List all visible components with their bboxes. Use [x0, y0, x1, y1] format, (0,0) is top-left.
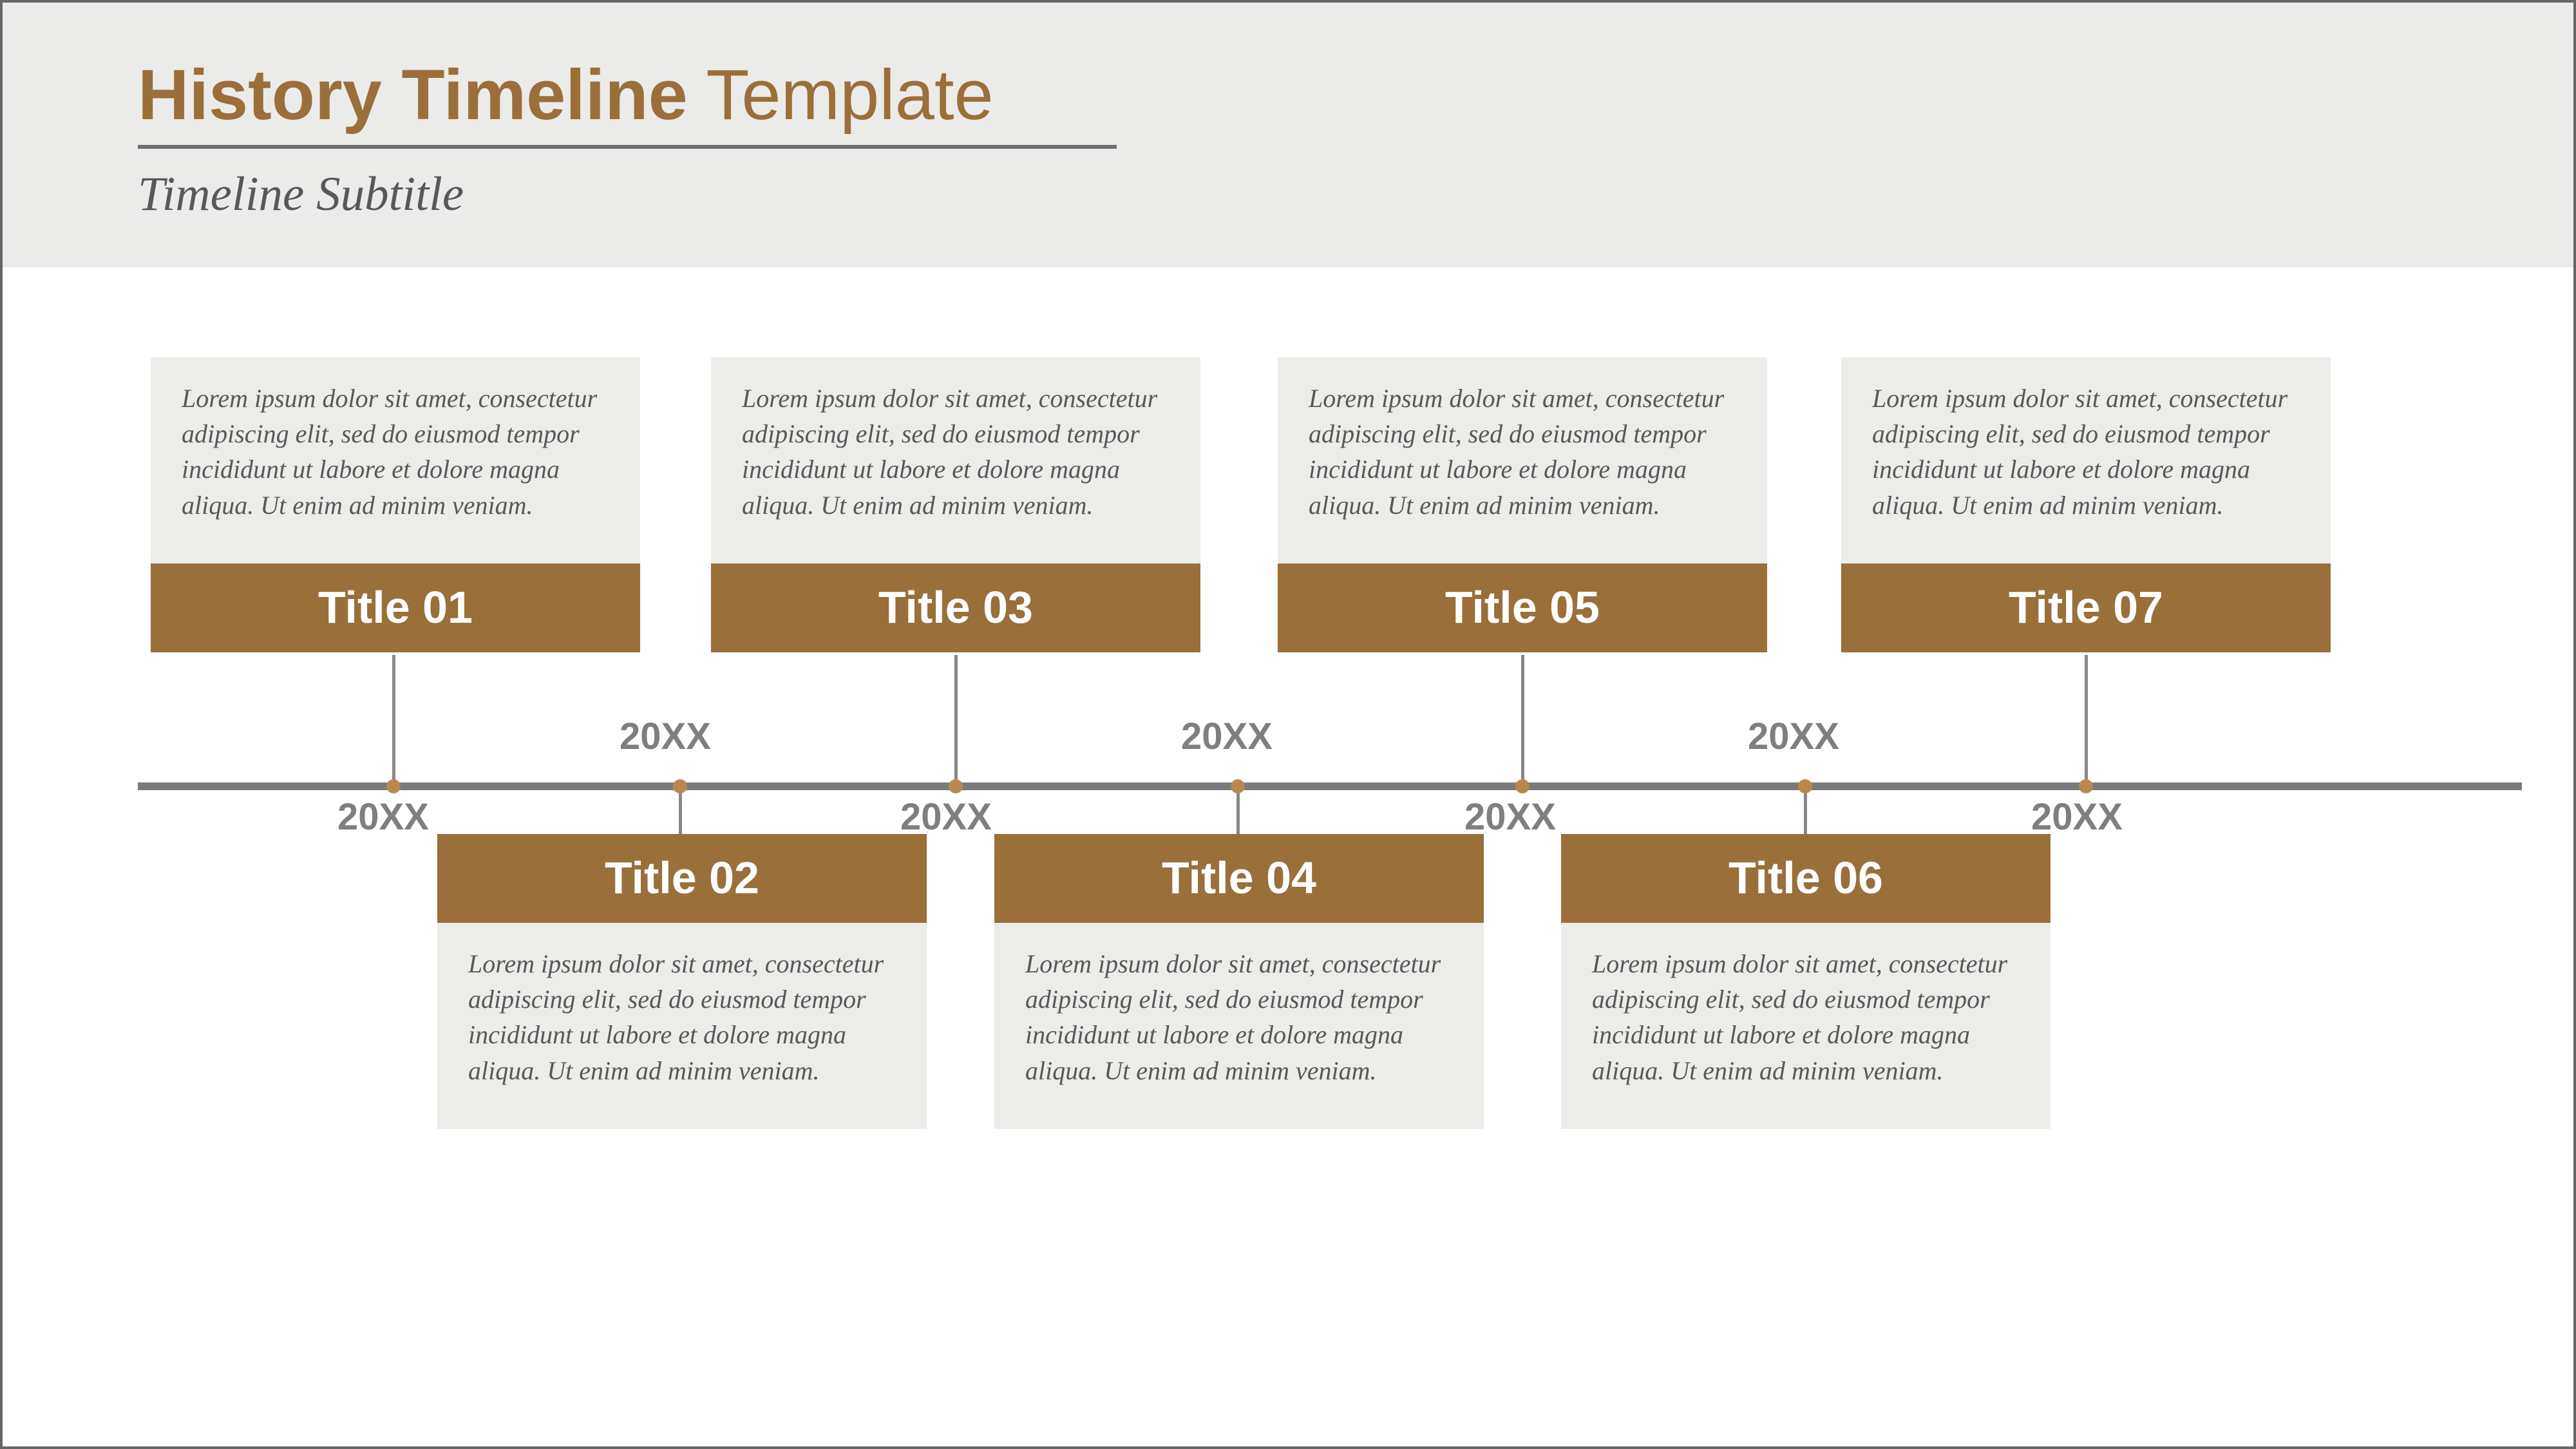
event-title: Title 07 — [1841, 564, 2331, 652]
event-title: Title 03 — [711, 564, 1200, 652]
event-card-5: Lorem ipsum dolor sit amet, consectetur … — [1278, 357, 1767, 652]
event-dot — [1798, 779, 1812, 793]
event-year: 20XX — [620, 715, 711, 758]
header: History Timeline Template Timeline Subti… — [3, 3, 2573, 267]
event-title: Title 02 — [437, 834, 927, 923]
event-stem — [392, 655, 395, 782]
page-title-light: Template — [688, 55, 994, 135]
event-dot — [673, 779, 687, 793]
event-year: 20XX — [1181, 715, 1273, 758]
event-stem — [679, 790, 682, 835]
event-year: 20XX — [1748, 715, 1839, 758]
event-dot — [386, 779, 401, 793]
page-title-bold: History Timeline — [138, 55, 688, 135]
event-dot — [2079, 779, 2093, 793]
event-dot — [1515, 779, 1530, 793]
event-stem — [1236, 790, 1240, 835]
event-desc: Lorem ipsum dolor sit amet, consectetur … — [1561, 923, 2050, 1129]
event-stem — [1804, 790, 1807, 835]
event-desc: Lorem ipsum dolor sit amet, consectetur … — [994, 923, 1484, 1129]
event-card-6: Title 06 Lorem ipsum dolor sit amet, con… — [1561, 834, 2050, 1129]
title-underline — [138, 145, 1117, 149]
event-card-3: Lorem ipsum dolor sit amet, consectetur … — [711, 357, 1200, 652]
event-card-1: Lorem ipsum dolor sit amet, consectetur … — [151, 357, 640, 652]
event-desc: Lorem ipsum dolor sit amet, consectetur … — [1278, 357, 1767, 564]
event-card-2: Title 02 Lorem ipsum dolor sit amet, con… — [437, 834, 927, 1129]
event-year: 20XX — [337, 795, 429, 838]
event-desc: Lorem ipsum dolor sit amet, consectetur … — [711, 357, 1200, 564]
event-stem — [2085, 655, 2088, 782]
event-year: 20XX — [1464, 795, 1556, 838]
event-desc: Lorem ipsum dolor sit amet, consectetur … — [1841, 357, 2331, 564]
event-title: Title 05 — [1278, 564, 1767, 652]
event-card-7: Lorem ipsum dolor sit amet, consectetur … — [1841, 357, 2331, 652]
event-desc: Lorem ipsum dolor sit amet, consectetur … — [437, 923, 927, 1129]
event-stem — [1521, 655, 1524, 782]
event-year: 20XX — [2031, 795, 2123, 838]
event-title: Title 06 — [1561, 834, 2050, 923]
page-subtitle: Timeline Subtitle — [138, 167, 2438, 222]
timeline-canvas: Lorem ipsum dolor sit amet, consectetur … — [3, 267, 2573, 1375]
event-dot — [1231, 779, 1245, 793]
timeline-axis — [138, 782, 2522, 790]
event-stem — [954, 655, 958, 782]
event-title: Title 01 — [151, 564, 640, 652]
event-title: Title 04 — [994, 834, 1484, 923]
event-desc: Lorem ipsum dolor sit amet, consectetur … — [151, 357, 640, 564]
event-card-4: Title 04 Lorem ipsum dolor sit amet, con… — [994, 834, 1484, 1129]
event-year: 20XX — [900, 795, 992, 838]
event-dot — [949, 779, 963, 793]
